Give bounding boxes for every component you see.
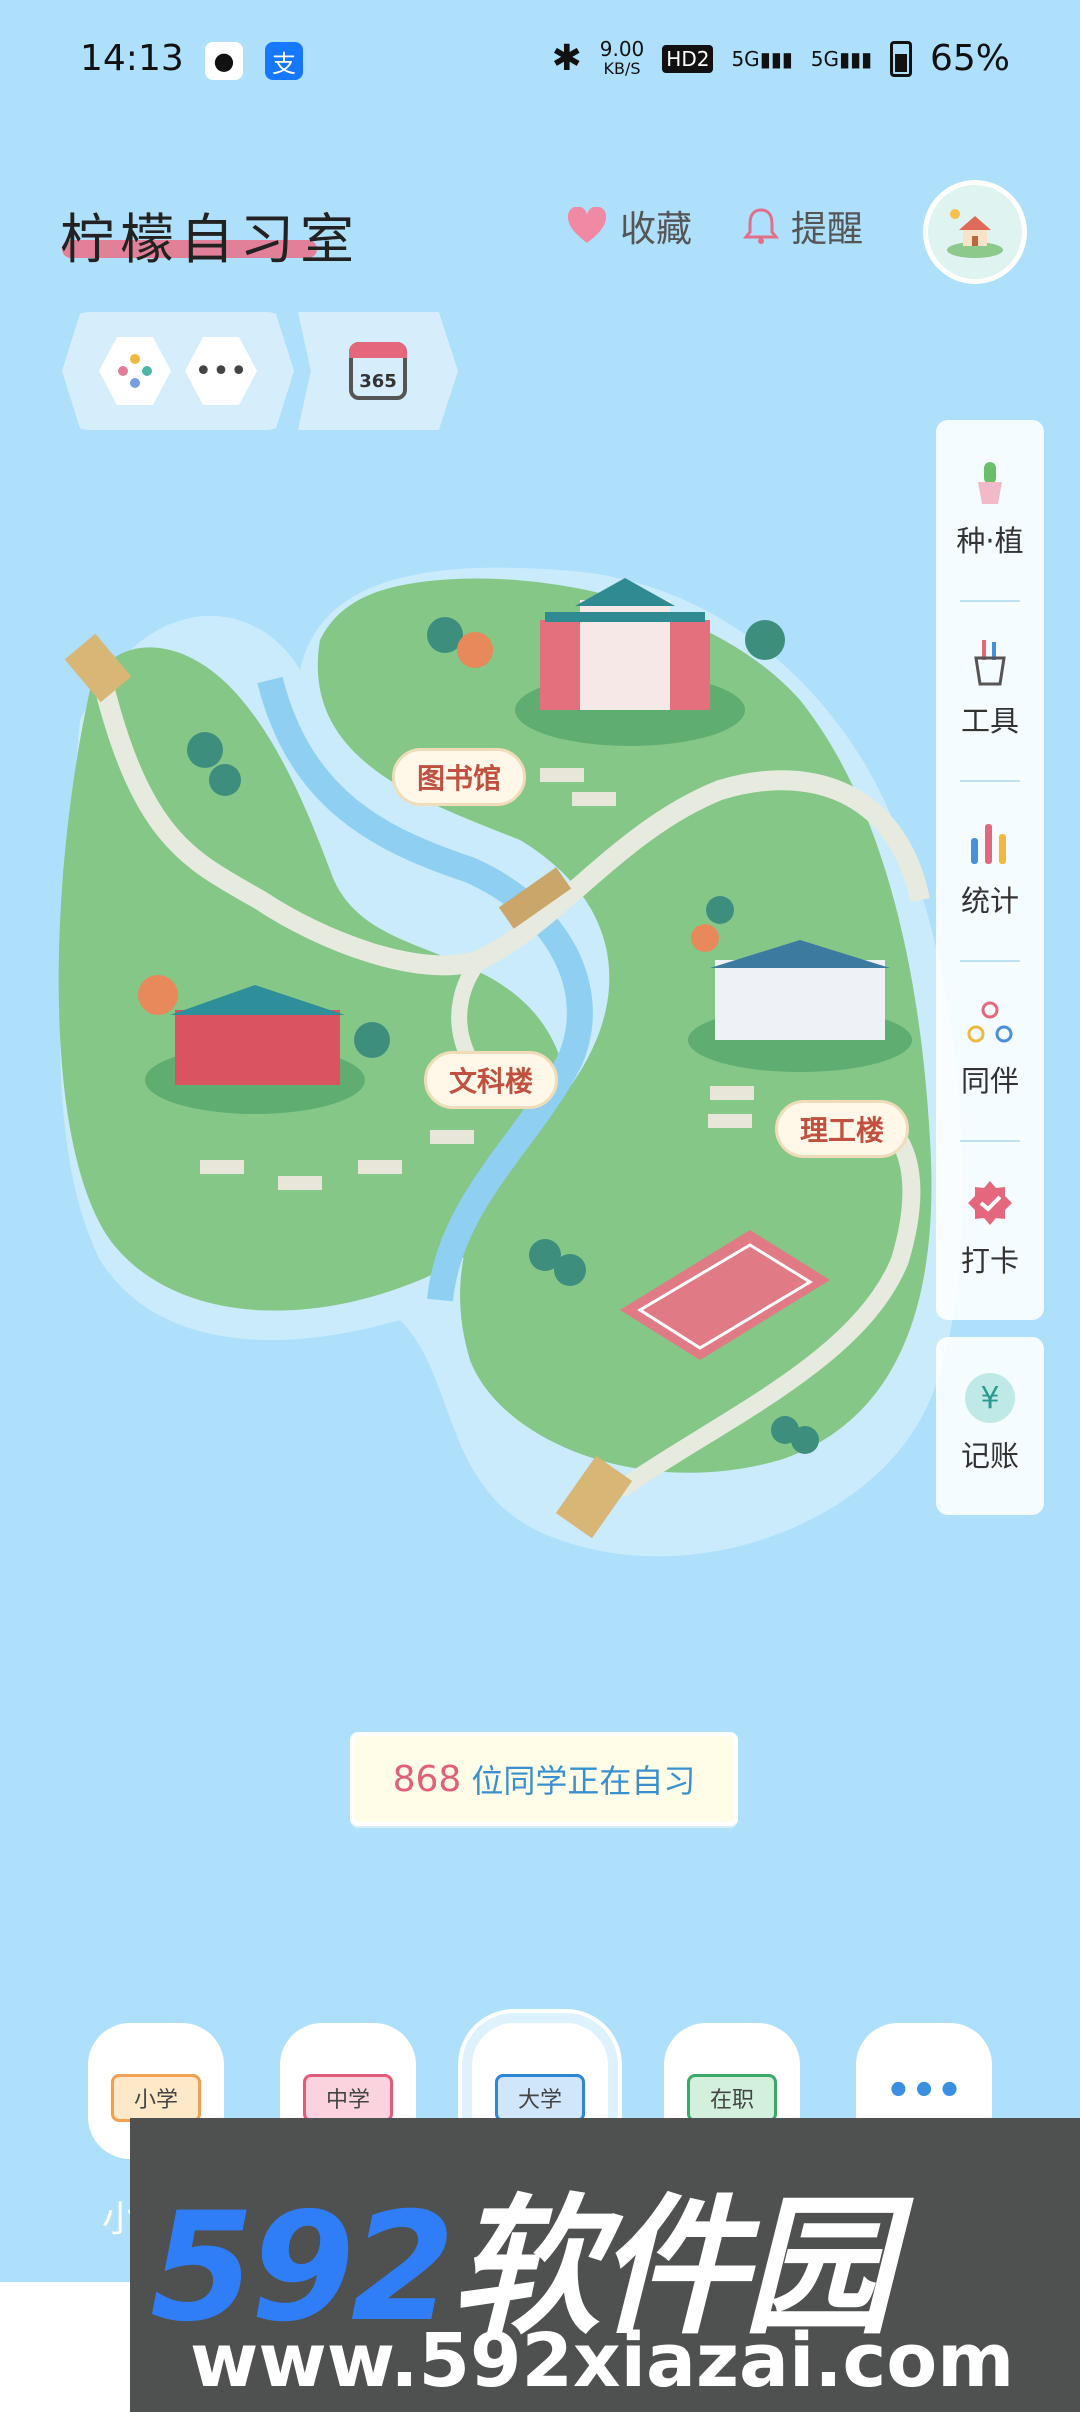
signal-icon-1: 5G▮▮▮ <box>731 46 793 71</box>
avatar[interactable] <box>923 180 1027 284</box>
sign-university: 大学 <box>495 2074 585 2122</box>
battery-level: 65% <box>929 38 1010 79</box>
bluetooth-icon: ✱ <box>551 38 582 79</box>
calendar-365-button[interactable]: 365 <box>298 312 458 430</box>
cactus-plant-icon <box>965 458 1015 508</box>
more-tools-button[interactable]: ••• <box>185 337 257 405</box>
side-menu-bookkeeping[interactable]: ¥ 记账 <box>936 1337 1044 1515</box>
wechat-icon: ● <box>205 42 243 80</box>
library-building-label[interactable]: 图书馆 <box>392 748 527 806</box>
side-menu-tools[interactable]: 工具 <box>936 638 1044 740</box>
favorites-button[interactable]: 收藏 <box>566 200 692 252</box>
side-menu-checkin[interactable]: 打卡 <box>936 1178 1044 1280</box>
studying-count-banner: 868 位同学正在自习 <box>350 1732 738 1826</box>
calendar-icon: 365 <box>349 342 407 400</box>
alipay-icon: 支 <box>265 42 303 80</box>
watermark-overlay: 592软件园 www.592xiazai.com <box>130 2118 1080 2412</box>
arts-building-label[interactable]: 文科楼 <box>424 1051 559 1109</box>
sign-middle: 中学 <box>303 2074 393 2122</box>
science-building-label[interactable]: 理工楼 <box>775 1100 910 1158</box>
checkin-badge-icon <box>965 1178 1015 1228</box>
studying-count: 868 <box>392 1758 462 1800</box>
net-speed: 9.00 KB/S <box>599 36 645 78</box>
battery-icon <box>889 40 912 77</box>
more-dots-icon: ••• <box>885 2068 963 2114</box>
gamepad-icon <box>118 354 152 388</box>
quick-tools: ••• <box>62 312 294 430</box>
house-icon <box>947 209 1003 258</box>
game-tool-button[interactable] <box>99 337 171 405</box>
heart-icon <box>567 207 607 243</box>
bottom-edge <box>0 2282 130 2412</box>
status-right: ✱ 9.00 KB/S HD2 5G▮▮▮ 5G▮▮▮ 65% <box>552 38 1010 79</box>
notification-icons: ● 支 <box>205 42 303 80</box>
watermark-url: www.592xiazai.com <box>190 2318 1015 2404</box>
bar-stats-icon <box>965 818 1015 868</box>
companions-icon <box>965 998 1015 1048</box>
hd-badge: HD2 <box>662 44 714 73</box>
sign-working: 在职 <box>687 2074 777 2122</box>
bell-icon <box>743 208 779 244</box>
signal-icon-2: 5G▮▮▮ <box>810 46 872 71</box>
reminder-button[interactable]: 提醒 <box>743 200 863 252</box>
studying-text: 位同学正在自习 <box>471 1762 696 1800</box>
more-dots-icon: ••• <box>194 353 248 389</box>
sign-primary: 小学 <box>111 2074 201 2122</box>
yuan-icon: ¥ <box>965 1373 1015 1423</box>
side-menu-plant[interactable]: 种·植 <box>936 458 1044 560</box>
status-time: 14:13 <box>80 38 184 79</box>
side-menu-companions[interactable]: 同伴 <box>936 998 1044 1100</box>
side-menu-stats[interactable]: 统计 <box>936 818 1044 920</box>
app-title: 柠檬自习室 <box>60 208 360 271</box>
pencil-cup-icon <box>965 638 1015 688</box>
side-menu: 种·植 工具 统计 同伴 打卡 <box>936 420 1044 1320</box>
